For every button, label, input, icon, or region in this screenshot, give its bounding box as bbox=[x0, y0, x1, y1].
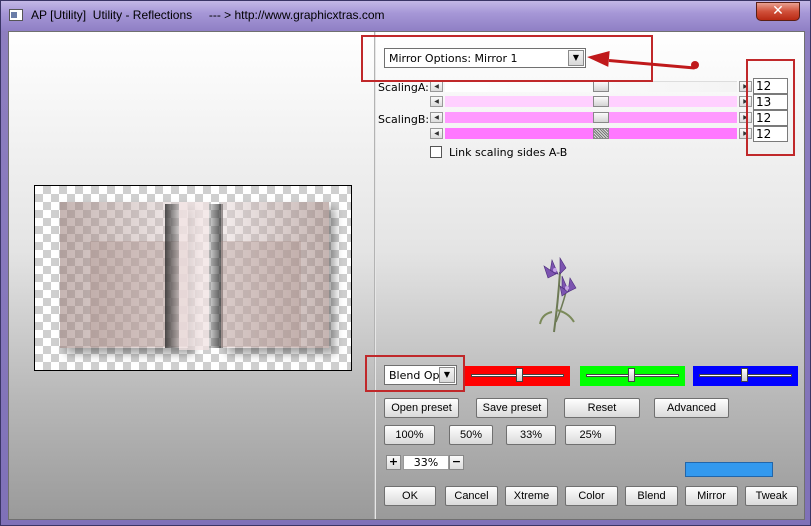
value-boxes-highlight bbox=[746, 59, 795, 156]
title-bar[interactable]: AP [Utility] Utility - Reflections --- >… bbox=[1, 1, 810, 31]
slider-knob[interactable] bbox=[741, 368, 748, 382]
slider-track[interactable] bbox=[445, 81, 737, 92]
link-scaling-label: Link scaling sides A-B bbox=[449, 146, 568, 159]
flower-logo bbox=[539, 256, 577, 333]
scalingB-label: ScalingB: bbox=[378, 113, 430, 126]
mirror-button[interactable]: Mirror bbox=[685, 486, 738, 506]
annotation-arrow-head bbox=[586, 49, 610, 67]
annotation-arrow-dot bbox=[691, 61, 699, 69]
preview-canvas[interactable] bbox=[34, 185, 352, 371]
color-preview-swatch bbox=[685, 462, 773, 477]
slider-thumb[interactable] bbox=[593, 81, 609, 92]
blend-select-highlight bbox=[365, 355, 465, 392]
slider-thumb[interactable] bbox=[593, 96, 609, 107]
zoom-25-button[interactable]: 25% bbox=[565, 425, 616, 445]
slider-thumb[interactable] bbox=[593, 128, 609, 139]
slider-track[interactable] bbox=[445, 96, 737, 107]
open-preset-button[interactable]: Open preset bbox=[384, 398, 459, 418]
scroll-left-icon[interactable]: ◀ bbox=[430, 81, 443, 92]
zoom-33-button[interactable]: 33% bbox=[506, 425, 556, 445]
app-icon bbox=[9, 9, 23, 21]
preview-left-shadow-bar bbox=[165, 204, 179, 348]
reset-button[interactable]: Reset bbox=[564, 398, 640, 418]
slider-knob[interactable] bbox=[516, 368, 523, 382]
xtreme-button[interactable]: Xtreme bbox=[505, 486, 558, 506]
slider-scalingB-2[interactable]: ◀ ▶ bbox=[430, 128, 752, 139]
window-title: AP [Utility] Utility - Reflections --- >… bbox=[31, 8, 385, 22]
slider-thumb[interactable] bbox=[593, 112, 609, 123]
scroll-left-icon[interactable]: ◀ bbox=[430, 96, 443, 107]
scalingA-label: ScalingA: bbox=[378, 81, 429, 94]
slider-track[interactable] bbox=[445, 128, 737, 139]
zoom-value-field[interactable]: 33% bbox=[403, 455, 449, 470]
close-button[interactable]: ✕ bbox=[756, 2, 800, 21]
slider-scalingA-2[interactable]: ◀ ▶ bbox=[430, 96, 752, 107]
cancel-button[interactable]: Cancel bbox=[445, 486, 498, 506]
preview-right-inner bbox=[221, 241, 301, 347]
scroll-left-icon[interactable]: ◀ bbox=[430, 128, 443, 139]
color-button[interactable]: Color bbox=[565, 486, 618, 506]
zoom-minus-button[interactable]: − bbox=[449, 455, 464, 470]
plugin-client-area: Mirror Options: Mirror 1 ▼ ScalingA: Sca… bbox=[8, 31, 805, 520]
link-scaling-checkbox[interactable] bbox=[430, 146, 442, 158]
app-window: AP [Utility] Utility - Reflections --- >… bbox=[0, 0, 811, 526]
zoom-50-button[interactable]: 50% bbox=[449, 425, 493, 445]
tweak-button[interactable]: Tweak bbox=[745, 486, 798, 506]
save-preset-button[interactable]: Save preset bbox=[476, 398, 548, 418]
red-slider[interactable] bbox=[465, 366, 570, 386]
scroll-left-icon[interactable]: ◀ bbox=[430, 112, 443, 123]
slider-knob[interactable] bbox=[628, 368, 635, 382]
green-slider[interactable] bbox=[580, 366, 685, 386]
slider-scalingB-1[interactable]: ◀ ▶ bbox=[430, 112, 752, 123]
preview-center-band bbox=[179, 202, 209, 350]
panel-divider bbox=[374, 32, 376, 519]
zoom-100-button[interactable]: 100% bbox=[384, 425, 435, 445]
slider-track[interactable] bbox=[445, 112, 737, 123]
advanced-button[interactable]: Advanced bbox=[654, 398, 729, 418]
zoom-plus-button[interactable]: + bbox=[386, 455, 401, 470]
blue-slider[interactable] bbox=[693, 366, 798, 386]
slider-scalingA-1[interactable]: ◀ ▶ bbox=[430, 81, 752, 92]
blend-button[interactable]: Blend bbox=[625, 486, 678, 506]
ok-button[interactable]: OK bbox=[384, 486, 436, 506]
